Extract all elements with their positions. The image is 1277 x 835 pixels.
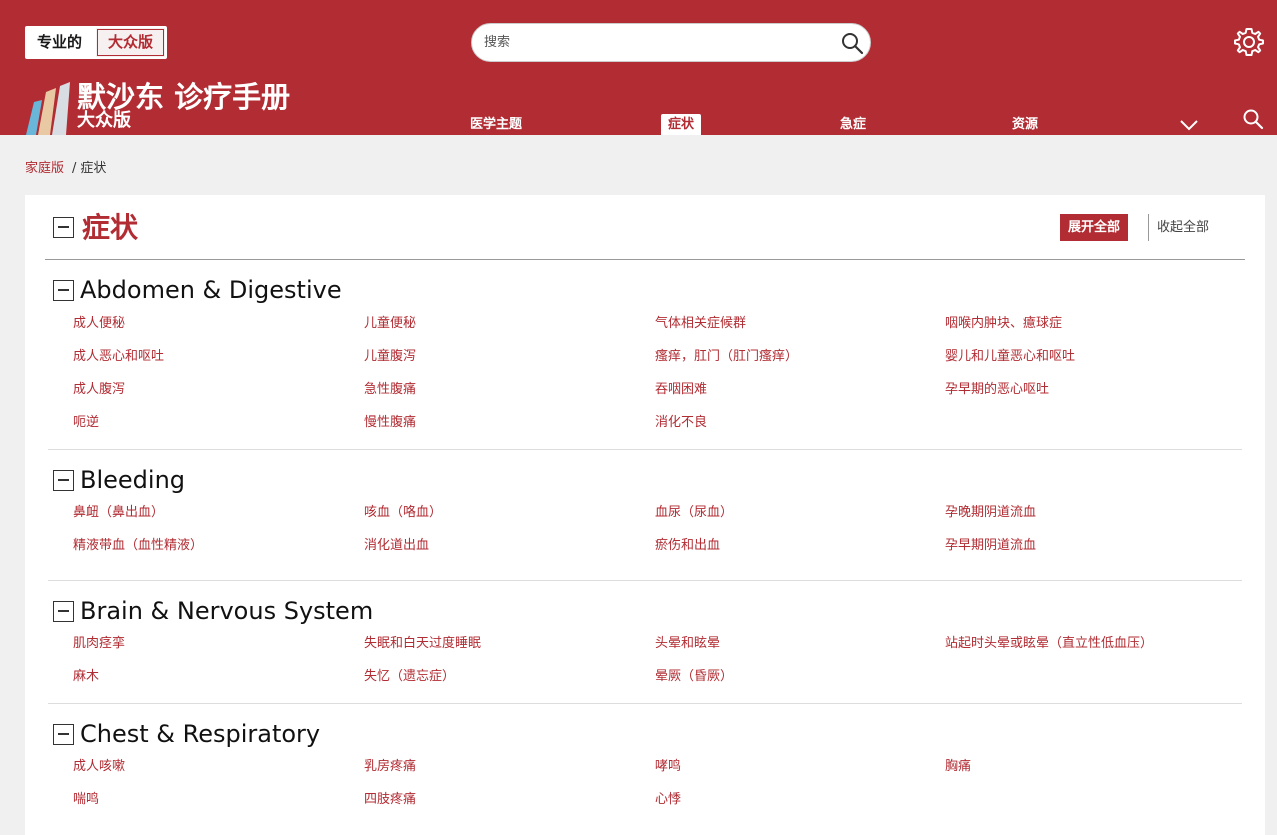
collapse-box-icon[interactable]: [53, 601, 74, 622]
symptom-link[interactable]: 成人恶心和呕吐: [73, 348, 164, 366]
breadcrumb-current: 症状: [80, 161, 107, 176]
breadcrumb-home-link[interactable]: 家庭版: [25, 161, 64, 176]
section-title[interactable]: Chest & Respiratory: [80, 719, 320, 749]
collapse-box-icon[interactable]: [53, 217, 74, 238]
collapse-box-icon[interactable]: [53, 280, 74, 301]
collapse-box-icon[interactable]: [53, 470, 74, 491]
symptom-link[interactable]: 孕早期的恶心呕吐: [945, 381, 1049, 399]
section-title[interactable]: Brain & Nervous System: [80, 596, 373, 626]
nav-resources[interactable]: 资源: [1012, 114, 1038, 135]
symptom-link[interactable]: 喘鸣: [73, 791, 99, 809]
symptom-link[interactable]: 肌肉痉挛: [73, 635, 125, 653]
nav-emergencies[interactable]: 急症: [840, 114, 866, 135]
brand-subtitle: 大众版: [77, 110, 131, 131]
symptom-link[interactable]: 孕早期阴道流血: [945, 537, 1036, 555]
section-divider: [48, 703, 1242, 704]
nav-symptoms[interactable]: 症状: [661, 114, 702, 135]
symptom-link[interactable]: 精液带血（血性精液）: [73, 537, 203, 555]
symptom-link[interactable]: 头晕和眩晕: [655, 635, 720, 653]
collapse-all-button[interactable]: 收起全部: [1148, 214, 1209, 241]
symptom-link[interactable]: 失眠和白天过度睡眠: [364, 635, 481, 653]
version-toggle: 专业的 大众版: [25, 26, 168, 59]
section-title[interactable]: Abdomen & Digestive: [80, 275, 342, 305]
symptom-link[interactable]: 吞咽困难: [655, 381, 707, 399]
breadcrumb-separator: /: [72, 161, 77, 176]
section-divider: [48, 449, 1242, 450]
symptom-link[interactable]: 失忆（遗忘症）: [364, 668, 455, 686]
nav-search-icon[interactable]: [1242, 108, 1264, 130]
search-input[interactable]: [482, 24, 822, 61]
page-header: 症状 展开全部 收起全部: [25, 195, 1265, 261]
symptom-link[interactable]: 血尿（尿血）: [655, 504, 733, 522]
symptom-link[interactable]: 呃逆: [73, 414, 99, 432]
symptom-link[interactable]: 急性腹痛: [364, 381, 416, 399]
symptom-link[interactable]: 鼻衄（鼻出血）: [73, 504, 164, 522]
section-brain-nervous-system: Brain & Nervous System 肌肉痉挛 失眠和白天过度睡眠 头晕…: [48, 596, 1242, 704]
version-professional-button[interactable]: 专业的: [25, 26, 95, 59]
header-divider: [45, 259, 1245, 260]
symptom-link[interactable]: 麻木: [73, 668, 99, 686]
symptom-link[interactable]: 咳血（咯血）: [364, 504, 442, 522]
symptom-link[interactable]: 慢性腹痛: [364, 414, 416, 432]
section-abdomen-digestive: Abdomen & Digestive 成人便秘 儿童便秘 气体相关症候群 咽喉…: [48, 275, 1242, 450]
symptom-link[interactable]: 儿童便秘: [364, 315, 416, 333]
symptom-link[interactable]: 气体相关症候群: [655, 315, 746, 333]
page-title: 症状: [82, 211, 139, 244]
symptom-link[interactable]: 四肢疼痛: [364, 791, 416, 809]
symptom-link[interactable]: 胸痛: [945, 758, 971, 776]
collapse-box-icon[interactable]: [53, 724, 74, 745]
version-consumer-button[interactable]: 大众版: [94, 26, 168, 59]
section-title[interactable]: Bleeding: [80, 465, 185, 495]
symptom-link[interactable]: 婴儿和儿童恶心和呕吐: [945, 348, 1075, 366]
symptom-link[interactable]: 晕厥（昏厥）: [655, 668, 733, 686]
symptom-link[interactable]: 瘀伤和出血: [655, 537, 720, 555]
symptom-link[interactable]: 儿童腹泻: [364, 348, 416, 366]
section-chest-respiratory: Chest & Respiratory 成人咳嗽 乳房疼痛 哮鸣 胸痛 喘鸣 四…: [48, 719, 1242, 819]
symptom-link[interactable]: 成人便秘: [73, 315, 125, 333]
brand-title[interactable]: 默沙东 诊疗手册: [77, 80, 290, 114]
section-bleeding: Bleeding 鼻衄（鼻出血） 咳血（咯血） 血尿（尿血） 孕晚期阴道流血 精…: [48, 465, 1242, 581]
brand-logo-icon[interactable]: [24, 80, 76, 135]
symptom-link[interactable]: 孕晚期阴道流血: [945, 504, 1036, 522]
symptom-link[interactable]: 消化不良: [655, 414, 707, 432]
search-box: [471, 23, 871, 62]
breadcrumb: 家庭版 / 症状: [25, 157, 106, 176]
site-header: 专业的 大众版 默沙东 诊疗手册 大众版 医学主题 症状 急症 资源: [0, 0, 1277, 135]
symptom-link[interactable]: 瘙痒，肛门（肛门瘙痒）: [655, 348, 798, 366]
search-icon[interactable]: [840, 31, 864, 55]
symptom-link[interactable]: 哮鸣: [655, 758, 681, 776]
gear-icon[interactable]: [1233, 26, 1265, 58]
symptom-link[interactable]: 成人咳嗽: [73, 758, 125, 776]
chevron-down-icon[interactable]: [1178, 117, 1200, 133]
symptom-link[interactable]: 咽喉内肿块、癔球症: [945, 315, 1062, 333]
nav-medical-topics[interactable]: 医学主题: [470, 114, 522, 135]
expand-all-button[interactable]: 展开全部: [1060, 214, 1128, 241]
section-divider: [48, 580, 1242, 581]
symptom-link[interactable]: 成人腹泻: [73, 381, 125, 399]
symptom-link[interactable]: 站起时头晕或眩晕（直立性低血压）: [945, 635, 1153, 653]
symptom-link[interactable]: 心悸: [655, 791, 681, 809]
symptoms-card: 症状 展开全部 收起全部 Abdomen & Digestive 成人便秘 儿童…: [25, 195, 1265, 835]
symptom-link[interactable]: 消化道出血: [364, 537, 429, 555]
symptom-link[interactable]: 乳房疼痛: [364, 758, 416, 776]
